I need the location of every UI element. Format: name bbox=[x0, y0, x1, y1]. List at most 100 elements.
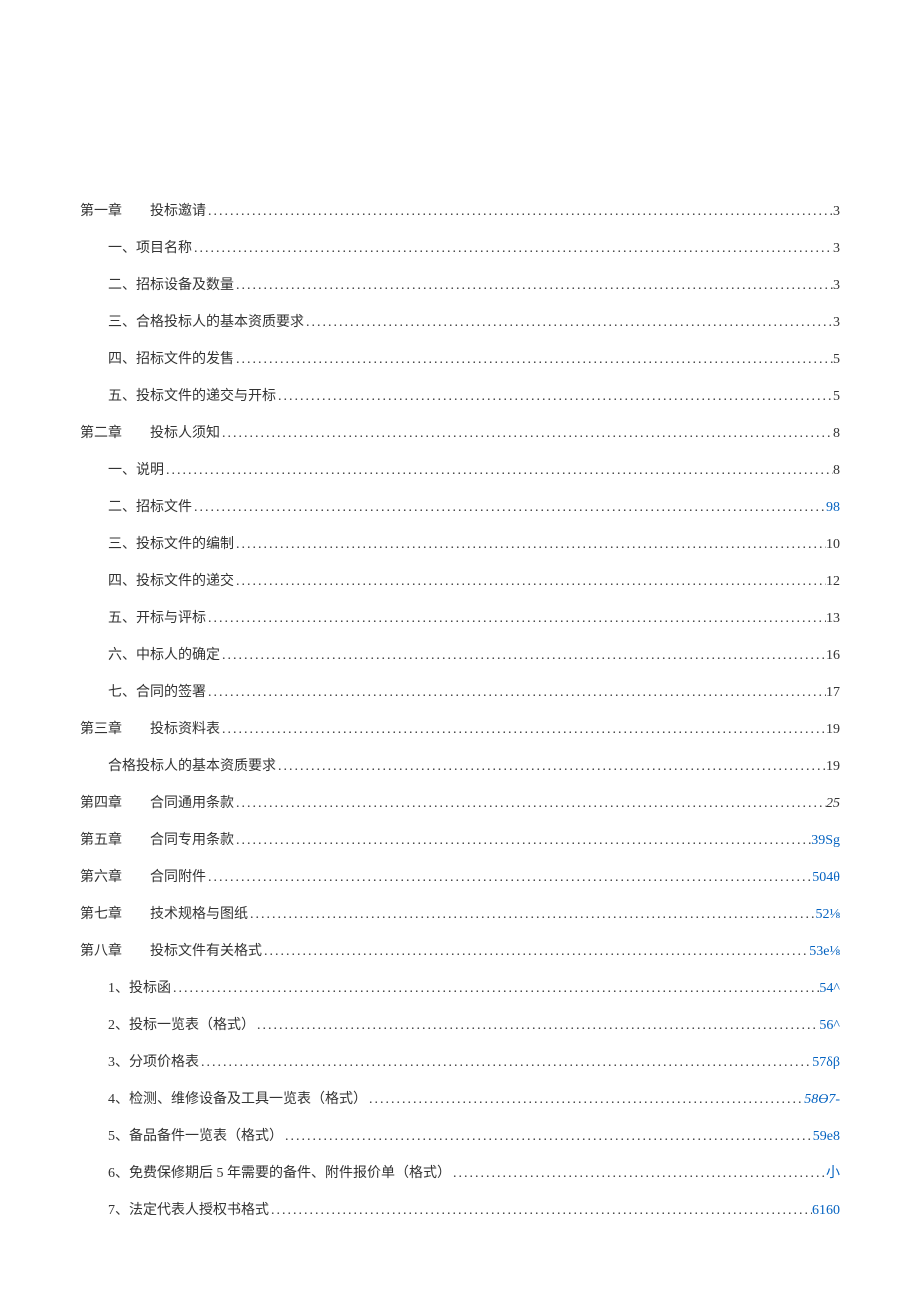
toc-entry: 六、中标人的确定 16 bbox=[80, 644, 840, 664]
toc-entry: 1、投标函 54^ bbox=[80, 977, 840, 997]
toc-chapter-label: 第五章 bbox=[80, 829, 122, 849]
toc-spacer bbox=[122, 718, 150, 738]
toc-entry: 二、招标设备及数量3 bbox=[80, 274, 840, 294]
toc-entry: 五、开标与评标 13 bbox=[80, 607, 840, 627]
toc-entry: 三、合格投标人的基本资质要求3 bbox=[80, 311, 840, 331]
toc-page-number: 13 bbox=[826, 611, 840, 627]
toc-leader-dots bbox=[262, 944, 809, 960]
toc-title: 一、说明 bbox=[108, 459, 164, 479]
toc-chapter-label: 第四章 bbox=[80, 792, 122, 812]
toc-entry: 第一章 投标邀请3 bbox=[80, 200, 840, 220]
toc-entry: 7、法定代表人授权书格式 6160 bbox=[80, 1199, 840, 1219]
toc-title: 3、分项价格表 bbox=[108, 1051, 199, 1071]
toc-title: 6、免费保修期后 5 年需要的备件、附件报价单（格式） bbox=[108, 1162, 451, 1182]
toc-title: 七、合同的签署 bbox=[108, 681, 206, 701]
toc-entry: 四、招标文件的发售5 bbox=[80, 348, 840, 368]
toc-leader-dots bbox=[248, 907, 816, 923]
toc-entry: 二、招标文件98 bbox=[80, 496, 840, 516]
toc-page-number: 3 bbox=[833, 204, 840, 220]
toc-spacer bbox=[122, 940, 150, 960]
toc-chapter-label: 第六章 bbox=[80, 866, 122, 886]
toc-page-number: 56^ bbox=[819, 1018, 840, 1034]
toc-entry: 合格投标人的基本资质要求19 bbox=[80, 755, 840, 775]
toc-page-number: 57δβ bbox=[812, 1055, 840, 1071]
toc-leader-dots bbox=[276, 759, 826, 775]
toc-entry: 4、检测、维修设备及工具一览表（格式）58Ө7- bbox=[80, 1088, 840, 1108]
toc-page-number: 98 bbox=[826, 500, 840, 516]
toc-leader-dots bbox=[276, 389, 833, 405]
toc-title: 六、中标人的确定 bbox=[108, 644, 220, 664]
toc-spacer bbox=[122, 422, 150, 442]
toc-leader-dots bbox=[192, 241, 833, 257]
toc-spacer bbox=[122, 200, 150, 220]
toc-page-number: 8 bbox=[833, 463, 840, 479]
toc-page-number: 52⅛ bbox=[816, 907, 841, 923]
toc-spacer bbox=[122, 866, 150, 886]
toc-leader-dots bbox=[269, 1203, 812, 1219]
toc-entry: 第二章 投标人须知8 bbox=[80, 422, 840, 442]
toc-title: 五、投标文件的递交与开标 bbox=[108, 385, 276, 405]
toc-page-number: 53e⅛ bbox=[809, 944, 840, 960]
toc-chapter-label: 第八章 bbox=[80, 940, 122, 960]
toc-entry: 第七章 技术规格与图纸52⅛ bbox=[80, 903, 840, 923]
toc-spacer bbox=[122, 903, 150, 923]
toc-title: 合同附件 bbox=[150, 866, 206, 886]
toc-entry: 5、备品备件一览表（格式）59e8 bbox=[80, 1125, 840, 1145]
toc-entry: 第三章 投标资料表 19 bbox=[80, 718, 840, 738]
toc-page-number: 17 bbox=[826, 685, 840, 701]
toc-entry: 一、说明 8 bbox=[80, 459, 840, 479]
toc-page-number: 小 bbox=[826, 1162, 840, 1182]
toc-title: 投标资料表 bbox=[150, 718, 220, 738]
toc-leader-dots bbox=[234, 833, 811, 849]
toc-leader-dots bbox=[199, 1055, 812, 1071]
toc-page-number: 6160 bbox=[812, 1203, 840, 1219]
toc-title: 合同通用条款 bbox=[150, 792, 234, 812]
toc-chapter-label: 第二章 bbox=[80, 422, 122, 442]
toc-chapter-label: 第三章 bbox=[80, 718, 122, 738]
toc-leader-dots bbox=[234, 574, 826, 590]
toc-leader-dots bbox=[304, 315, 833, 331]
toc-page-number: 16 bbox=[826, 648, 840, 664]
toc-leader-dots bbox=[220, 722, 826, 738]
toc-leader-dots bbox=[206, 870, 812, 886]
toc-page-number: 54^ bbox=[819, 981, 840, 997]
toc-entry: 第八章 投标文件有关格式 53e⅛ bbox=[80, 940, 840, 960]
toc-title: 2、投标一览表（格式） bbox=[108, 1014, 255, 1034]
toc-page-number: 5 bbox=[833, 389, 840, 405]
toc-page-number: 3 bbox=[833, 278, 840, 294]
toc-page-number: 39Sg bbox=[811, 833, 840, 849]
toc-leader-dots bbox=[220, 648, 826, 664]
toc-page-number: 10 bbox=[826, 537, 840, 553]
toc-title: 合同专用条款 bbox=[150, 829, 234, 849]
toc-leader-dots bbox=[192, 500, 826, 516]
toc-page-number: 3 bbox=[833, 241, 840, 257]
toc-title: 五、开标与评标 bbox=[108, 607, 206, 627]
toc-title: 投标邀请 bbox=[150, 200, 206, 220]
toc-page-number: 12 bbox=[826, 574, 840, 590]
toc-title: 投标文件有关格式 bbox=[150, 940, 262, 960]
toc-leader-dots bbox=[367, 1092, 804, 1108]
toc-page-number: 504θ bbox=[812, 870, 840, 886]
toc-page-number: 25 bbox=[826, 796, 840, 812]
toc-title: 技术规格与图纸 bbox=[150, 903, 248, 923]
table-of-contents: 第一章 投标邀请3一、项目名称3二、招标设备及数量3三、合格投标人的基本资质要求… bbox=[80, 200, 840, 1219]
toc-spacer bbox=[122, 792, 150, 812]
toc-leader-dots bbox=[206, 204, 833, 220]
toc-title: 三、投标文件的编制 bbox=[108, 533, 234, 553]
toc-page-number: 58Ө7- bbox=[804, 1092, 840, 1108]
toc-leader-dots bbox=[234, 796, 826, 812]
toc-entry: 五、投标文件的递交与开标 5 bbox=[80, 385, 840, 405]
toc-title: 7、法定代表人授权书格式 bbox=[108, 1199, 269, 1219]
toc-title: 一、项目名称 bbox=[108, 237, 192, 257]
toc-page-number: 19 bbox=[826, 722, 840, 738]
toc-entry: 第四章 合同通用条款 25 bbox=[80, 792, 840, 812]
toc-leader-dots bbox=[283, 1129, 813, 1145]
toc-leader-dots bbox=[171, 981, 819, 997]
toc-leader-dots bbox=[255, 1018, 819, 1034]
toc-title: 1、投标函 bbox=[108, 977, 171, 997]
toc-title: 四、招标文件的发售 bbox=[108, 348, 234, 368]
toc-leader-dots bbox=[234, 352, 833, 368]
toc-title: 合格投标人的基本资质要求 bbox=[108, 755, 276, 775]
toc-page-number: 3 bbox=[833, 315, 840, 331]
toc-entry: 四、投标文件的递交12 bbox=[80, 570, 840, 590]
